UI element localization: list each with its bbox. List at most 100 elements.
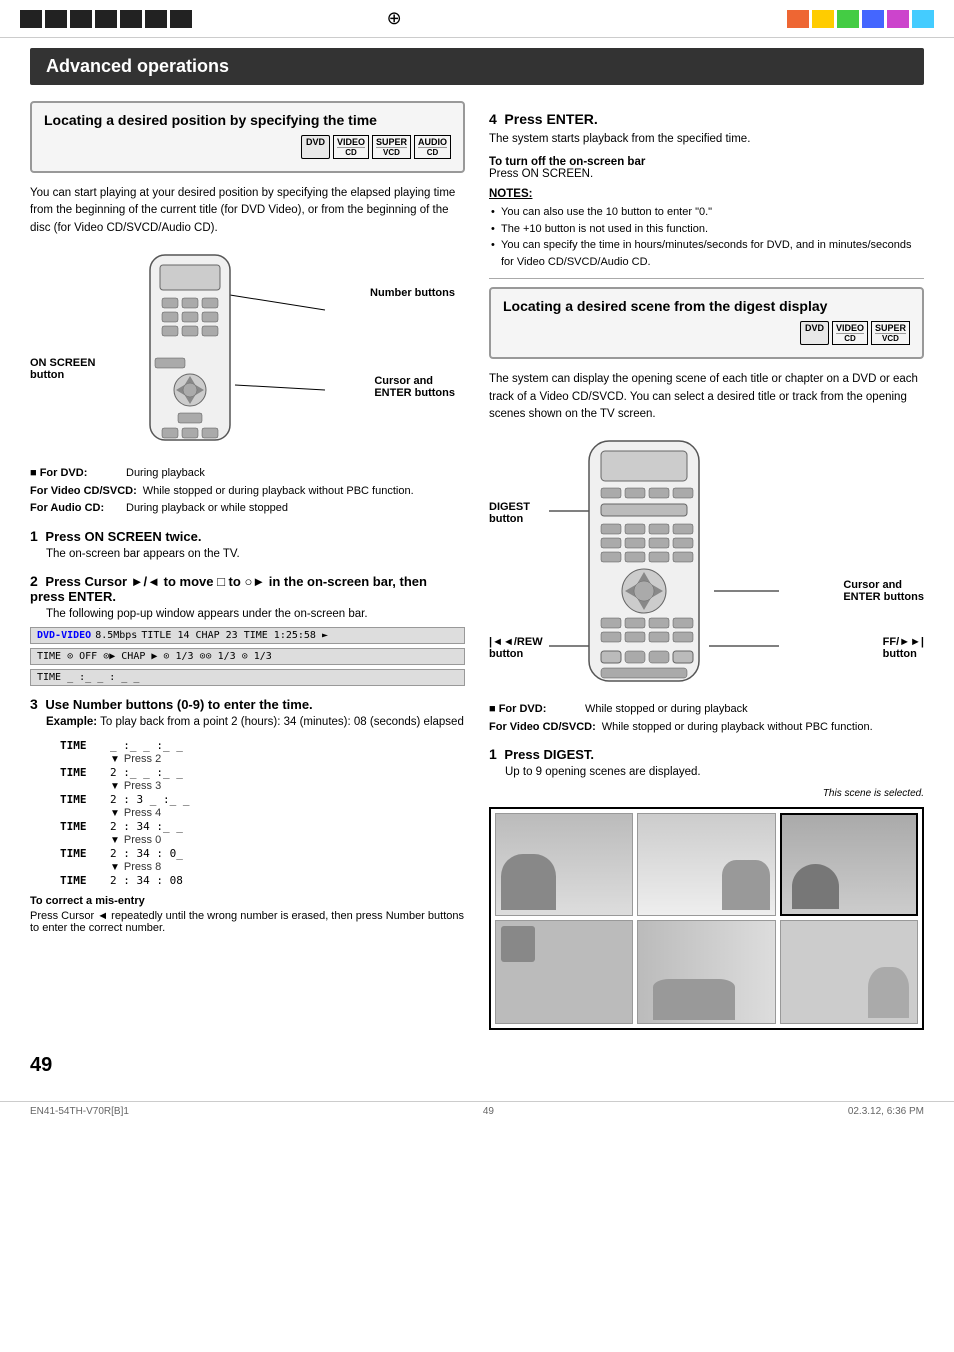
label-ff-button: FF/►►| button <box>883 636 924 660</box>
footer-center: 49 <box>483 1106 494 1117</box>
info-bar-2: TIME ⊙ OFF ⊙▶ CHAP ▶ ⊙ 1/3 ⊙⊙ 1/3 ⊙ 1/3 <box>30 648 465 665</box>
usage-video-digest-row: For Video CD/SVCD: While stopped or duri… <box>489 719 924 737</box>
time-arrow-row-3: ▼ Press 0 <box>60 834 465 846</box>
step-3-example-label: Example: To play back from a point 2 (ho… <box>46 714 465 731</box>
thumb-figure-1 <box>501 854 556 910</box>
usage-video-label: For Video CD/SVCD: <box>30 483 137 501</box>
time-arrow-1: ▼ <box>110 781 120 792</box>
bar-dark-5 <box>120 10 142 28</box>
section-title-time: Locating a desired position by specifyin… <box>44 111 451 129</box>
top-bar-right <box>787 10 934 28</box>
time-label-0: TIME <box>60 739 110 752</box>
top-bar-left <box>20 10 192 28</box>
bar-dark-4 <box>95 10 117 28</box>
time-label-4: TIME <box>60 847 110 860</box>
thumbnail-3-selected <box>780 813 918 917</box>
time-press-1: Press 3 <box>124 780 161 792</box>
step-2: 2 Press Cursor ►/◄ to move □ to ○► in th… <box>30 573 465 686</box>
usage-dvd-row: ■ For DVD: During playback <box>30 465 465 483</box>
badge-super-vcd-digest-row: VCD <box>882 334 899 343</box>
step-2-desc: The following pop-up window appears unde… <box>46 606 465 623</box>
info-bar-3-text: TIME _ :_ _ : _ _ <box>37 672 139 683</box>
info-bar-3: TIME _ :_ _ : _ _ <box>30 669 465 686</box>
bar-dark-2 <box>45 10 67 28</box>
usage-dvd-digest-label: ■ For DVD: <box>489 701 579 719</box>
step-4-title: Press ENTER. <box>504 111 597 127</box>
step-4-container: 4 Press ENTER. The system starts playbac… <box>489 111 924 148</box>
usage-dvd-digest-row: ■ For DVD: While stopped or during playb… <box>489 701 924 719</box>
time-arrow-2: ▼ <box>110 808 120 819</box>
top-bar: ⊕ <box>0 0 954 38</box>
time-label-1: TIME <box>60 766 110 779</box>
step-3-title: Use Number buttons (0-9) to enter the ti… <box>45 697 312 712</box>
badge-stack-super: SUPER VCD <box>372 135 411 159</box>
badge-dvd: DVD <box>301 135 330 159</box>
badge-video-cd-digest-row: CD <box>844 334 856 343</box>
badge-row-time: DVD VIDEO CD SUPER VCD AUDIO CD <box>44 135 451 159</box>
footer-right: 02.3.12, 6:36 PM <box>848 1106 924 1117</box>
step-1-digest-desc: Up to 9 opening scenes are displayed. <box>505 764 924 781</box>
time-row-0: TIME _ :_ _ :_ _ <box>60 739 465 752</box>
mis-entry-section: To correct a mis-entry Press Cursor ◄ re… <box>30 895 465 934</box>
body-text-digest: The system can display the opening scene… <box>489 371 924 423</box>
usage-dvd-value: During playback <box>126 465 205 483</box>
badge-video-cd-row: CD <box>345 148 357 157</box>
info-bar-1: DVD-VIDEO 8.5Mbps TITLE 14 CHAP 23 TIME … <box>30 627 465 644</box>
body-text-time: You can start playing at your desired po… <box>30 185 465 237</box>
notes-section: NOTES: You can also use the 10 button to… <box>489 188 924 270</box>
bar-color-5 <box>887 10 909 28</box>
page-content: Advanced operations Locating a desired p… <box>0 38 954 1050</box>
time-value-2: 2 : 3 _ :_ _ <box>110 793 190 806</box>
remote-svg-right <box>579 436 709 686</box>
time-value-3: 2 : 34 :_ _ <box>110 820 190 833</box>
thumbnail-grid <box>489 807 924 1030</box>
step-3-number: 3 <box>30 696 38 712</box>
two-column-layout: Locating a desired position by specifyin… <box>30 101 924 1030</box>
label-digest-button: DIGEST button <box>489 501 530 525</box>
label-cursor-enter-left: Cursor and ENTER buttons <box>374 375 455 399</box>
thumbnail-4 <box>495 920 633 1024</box>
on-screen-bar-title: To turn off the on-screen bar <box>489 156 924 168</box>
left-column: Locating a desired position by specifyin… <box>30 101 465 1030</box>
thumbnail-1 <box>495 813 633 917</box>
time-press-2: Press 4 <box>124 807 161 819</box>
time-arrow-row-0: ▼ Press 2 <box>60 753 465 765</box>
time-row-3: TIME 2 : 34 :_ _ <box>60 820 465 833</box>
step-1-title: Press ON SCREEN twice. <box>45 529 201 544</box>
time-label-5: TIME <box>60 874 110 887</box>
bar-color-6 <box>912 10 934 28</box>
thumb-figure-6 <box>868 967 909 1018</box>
label-rew-button: |◄◄/REW button <box>489 636 543 660</box>
thumbnail-2 <box>637 813 775 917</box>
time-value-0: _ :_ _ :_ _ <box>110 739 190 752</box>
time-value-5: 2 : 34 : 08 <box>110 874 190 887</box>
time-press-3: Press 0 <box>124 834 161 846</box>
label-cursor-enter-right: Cursor and ENTER buttons <box>843 579 924 603</box>
badge-super-vcd-digest-label: SUPER <box>875 323 906 334</box>
thumbnail-5 <box>637 920 775 1024</box>
usage-video-value: While stopped or during playback without… <box>143 483 414 501</box>
badge-stack-super-digest: SUPER VCD <box>871 321 910 345</box>
compass-symbol: ⊕ <box>387 8 402 29</box>
badge-stack-video: VIDEO CD <box>333 135 369 159</box>
step-1: 1 Press ON SCREEN twice. The on-screen b… <box>30 528 465 563</box>
usage-audio-value: During playback or while stopped <box>126 500 288 518</box>
badge-video-cd-digest-label: VIDEO <box>836 323 864 334</box>
time-arrow-3: ▼ <box>110 835 120 846</box>
note-item-3: You can specify the time in hours/minute… <box>489 237 924 270</box>
page-title: Advanced operations <box>46 56 229 76</box>
bar-dark-6 <box>145 10 167 28</box>
page-number: 49 <box>0 1050 954 1081</box>
time-value-4: 2 : 34 : 0_ <box>110 847 190 860</box>
time-label-3: TIME <box>60 820 110 833</box>
callout-lines-left <box>30 245 460 455</box>
remote-diagram-left: Number buttons ON SCREEN button Cursor a… <box>30 245 465 455</box>
usage-video-row: For Video CD/SVCD: While stopped or duri… <box>30 483 465 501</box>
step-1-desc: The on-screen bar appears on the TV. <box>46 546 465 563</box>
remote-svg-left <box>140 250 240 445</box>
step-2-number: 2 <box>30 573 38 589</box>
time-entry-table: TIME _ :_ _ :_ _ ▼ Press 2 TIME 2 :_ _ :… <box>60 739 465 887</box>
time-row-4: TIME 2 : 34 : 0_ <box>60 847 465 860</box>
step-1-digest-title: Press DIGEST. <box>504 747 594 762</box>
badge-audio-cd-row: CD <box>427 148 439 157</box>
